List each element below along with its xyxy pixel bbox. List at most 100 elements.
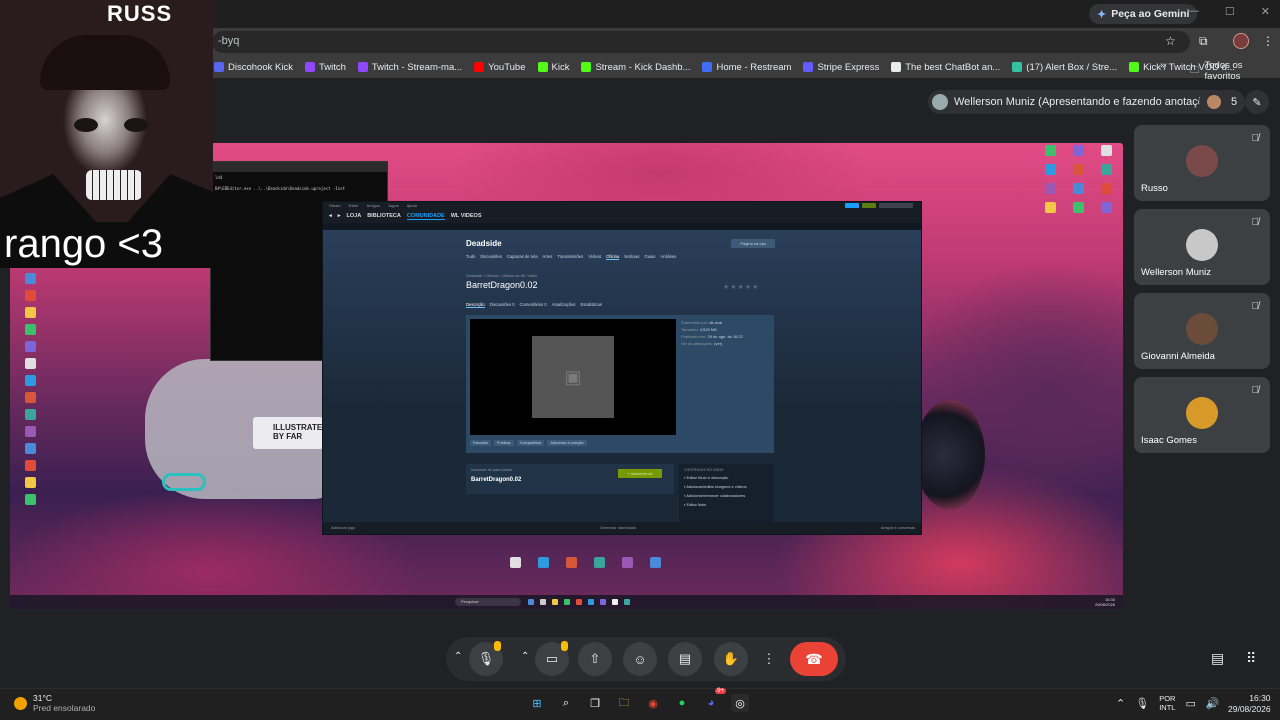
desktop-shortcut-icon[interactable] [20, 341, 40, 352]
desktop-shortcut-icon[interactable] [561, 557, 581, 570]
weather-widget[interactable]: 31°C Pred ensolarado [14, 693, 95, 713]
game-hub-tab[interactable]: Tudo [466, 254, 475, 260]
desktop-shortcut-icon[interactable] [1040, 183, 1060, 196]
desktop-shortcut-icon[interactable] [1040, 202, 1060, 215]
bookmark-item[interactable]: Discohook Kick [214, 62, 293, 73]
friends-chat-link[interactable]: Amigos e conversas [881, 526, 915, 530]
desktop-shortcut-icon[interactable] [20, 494, 40, 505]
item-action-button[interactable]: Compartilhar [516, 440, 545, 446]
desktop-shortcut-icon[interactable] [617, 557, 637, 570]
desktop-shortcut-icon[interactable] [20, 290, 40, 301]
steam-notify-icon[interactable] [845, 203, 859, 208]
spotify-icon[interactable]: ● [673, 694, 691, 712]
game-hub-tab[interactable]: Análises [660, 254, 676, 260]
desktop-shortcut-icon[interactable] [20, 460, 40, 471]
steam-account-icon[interactable] [879, 203, 913, 208]
url-input[interactable]: -byq [212, 31, 1190, 53]
desktop-shortcut-icon[interactable] [1040, 164, 1060, 177]
item-tab[interactable]: Descrição [466, 302, 485, 308]
desktop-shortcut-icon[interactable] [20, 358, 40, 369]
subscribe-button[interactable]: + Inscrever-se [618, 469, 662, 478]
steam-menu-item[interactable]: Amigos [367, 203, 380, 208]
bookmark-item[interactable]: YouTube [474, 62, 526, 73]
owner-control-link[interactable]: ▪ Adicionar/remover colaboradores [684, 491, 769, 500]
participant-tile[interactable]: 🎙̸ Isaac Gomes [1134, 377, 1270, 453]
participant-tile[interactable]: 🎙̸ Wellerson Muniz [1134, 209, 1270, 285]
breadcrumb[interactable]: Deadside > Oficina > Oficina de WL Video [466, 274, 537, 278]
desktop-shortcut-icon[interactable] [533, 557, 553, 570]
captions-button[interactable]: ▤ [668, 642, 702, 676]
game-hub-tab[interactable]: Vídeos [588, 254, 601, 260]
start-icon[interactable]: ⊞ [528, 694, 546, 712]
bookmarks-more-icon[interactable]: » [1160, 60, 1166, 71]
emoji-reaction-button[interactable]: ☺ [623, 642, 657, 676]
bookmark-item[interactable]: Home - Restream [702, 62, 791, 73]
bookmark-item[interactable]: Stripe Express [803, 62, 879, 73]
browser-menu-icon[interactable]: ⋮ [1262, 34, 1274, 48]
volume-icon[interactable]: 🔊 [1206, 697, 1220, 710]
close-icon[interactable]: ✕ [1261, 5, 1270, 18]
activities-grid-icon[interactable]: ⠿ [1246, 650, 1256, 667]
extensions-icon[interactable]: ⧉ [1199, 34, 1208, 49]
desktop-shortcut-icon[interactable] [20, 324, 40, 335]
ask-gemini-button[interactable]: ✦ Peça ao Gemini [1089, 4, 1198, 24]
desktop-shortcut-icon[interactable] [1068, 202, 1088, 215]
minimize-icon[interactable]: — [1188, 5, 1199, 18]
item-tab[interactable]: Comentários 0 [520, 302, 547, 308]
steam-window[interactable]: Steam Exibir Amigos Jogos Ajuda ◂ ▸ LOJA BIBLIO… [322, 201, 922, 535]
desktop-shortcut-icon[interactable] [20, 392, 40, 403]
item-action-button[interactable]: Publicar [493, 440, 514, 446]
desktop-shortcut-icon[interactable] [20, 443, 40, 454]
game-hub-tab[interactable]: Capturas de tela [507, 254, 538, 260]
item-tab[interactable]: Atualizações [552, 302, 576, 308]
store-page-button[interactable]: Página na loja [731, 239, 775, 248]
discord-icon[interactable]: ◕ 9+ [702, 688, 726, 712]
more-options-button[interactable]: ⋮ [752, 642, 786, 676]
steam-menu-item[interactable]: Steam [329, 203, 341, 208]
annotate-pen-button[interactable]: ✎ [1245, 90, 1269, 114]
participant-tile[interactable]: 🎙̸ Russo [1134, 125, 1270, 201]
desktop-shortcut-icon[interactable] [20, 273, 40, 284]
desktop-shortcut-icon[interactable] [589, 557, 609, 570]
tray-chevron-icon[interactable]: ⌃ [1116, 697, 1125, 710]
owner-control-link[interactable]: ▪ Editar título e descrição [684, 473, 769, 482]
game-hub-tab[interactable]: Oficina [606, 254, 620, 260]
desktop-shortcut-icon[interactable] [20, 426, 40, 437]
steam-friends-icon[interactable] [862, 203, 876, 208]
item-action-button[interactable]: Favoritar [470, 440, 491, 446]
item-action-button[interactable]: Adicionar à coleção [547, 440, 587, 446]
task-view-icon[interactable]: ❐ [586, 694, 604, 712]
video-options-chevron-icon[interactable]: ⌃ [521, 651, 529, 662]
bookmark-star-icon[interactable]: ☆ [1165, 34, 1176, 48]
desktop-shortcut-icon[interactable] [20, 307, 40, 318]
profile-avatar[interactable] [1233, 33, 1249, 49]
game-hub-tab[interactable]: Discussões [480, 254, 501, 260]
desktop-shortcut-icon[interactable] [645, 557, 665, 570]
desktop-shortcut-icon[interactable] [1096, 202, 1116, 215]
audio-options-chevron-icon[interactable]: ⌃ [454, 651, 462, 662]
desktop-shortcut-icon[interactable] [505, 557, 525, 570]
tray-mic-icon[interactable]: 🎙 [1135, 697, 1149, 710]
search-icon[interactable]: ⌕ [557, 694, 575, 712]
downloads-link[interactable]: Gerenciar downloads [600, 526, 636, 530]
steam-menu-item[interactable]: Jogos [388, 203, 399, 208]
item-tab[interactable]: Estatísticas [581, 302, 602, 308]
desktop-shortcut-icon[interactable] [20, 375, 40, 386]
bookmark-item[interactable]: Twitch [304, 62, 346, 73]
desktop-shortcut-icon[interactable] [1096, 145, 1116, 158]
item-preview[interactable]: ▣ [470, 319, 676, 435]
game-hub-tab[interactable]: Notícias [624, 254, 639, 260]
game-hub-tab[interactable]: Guias [644, 254, 655, 260]
network-icon[interactable]: ▭ [1185, 697, 1195, 710]
forward-arrow-icon[interactable]: ▸ [338, 213, 341, 219]
owner-control-link[interactable]: ▪ Editar links [684, 500, 769, 509]
desktop-shortcut-icon[interactable] [1096, 183, 1116, 196]
bookmark-item[interactable]: Kick [537, 62, 569, 73]
desktop-shortcut-icon[interactable] [1040, 145, 1060, 158]
steam-nav-item[interactable]: LOJA [347, 213, 362, 219]
item-tab[interactable]: Discussões 0 [490, 302, 515, 308]
taskbar-clock[interactable]: 16:30 29/08/2026 [1228, 693, 1271, 715]
add-game-link[interactable]: Adicionar jogo [331, 526, 355, 530]
bookmark-item[interactable]: (17) Alert Box / Stre... [1012, 62, 1117, 73]
back-arrow-icon[interactable]: ◂ [329, 213, 332, 219]
